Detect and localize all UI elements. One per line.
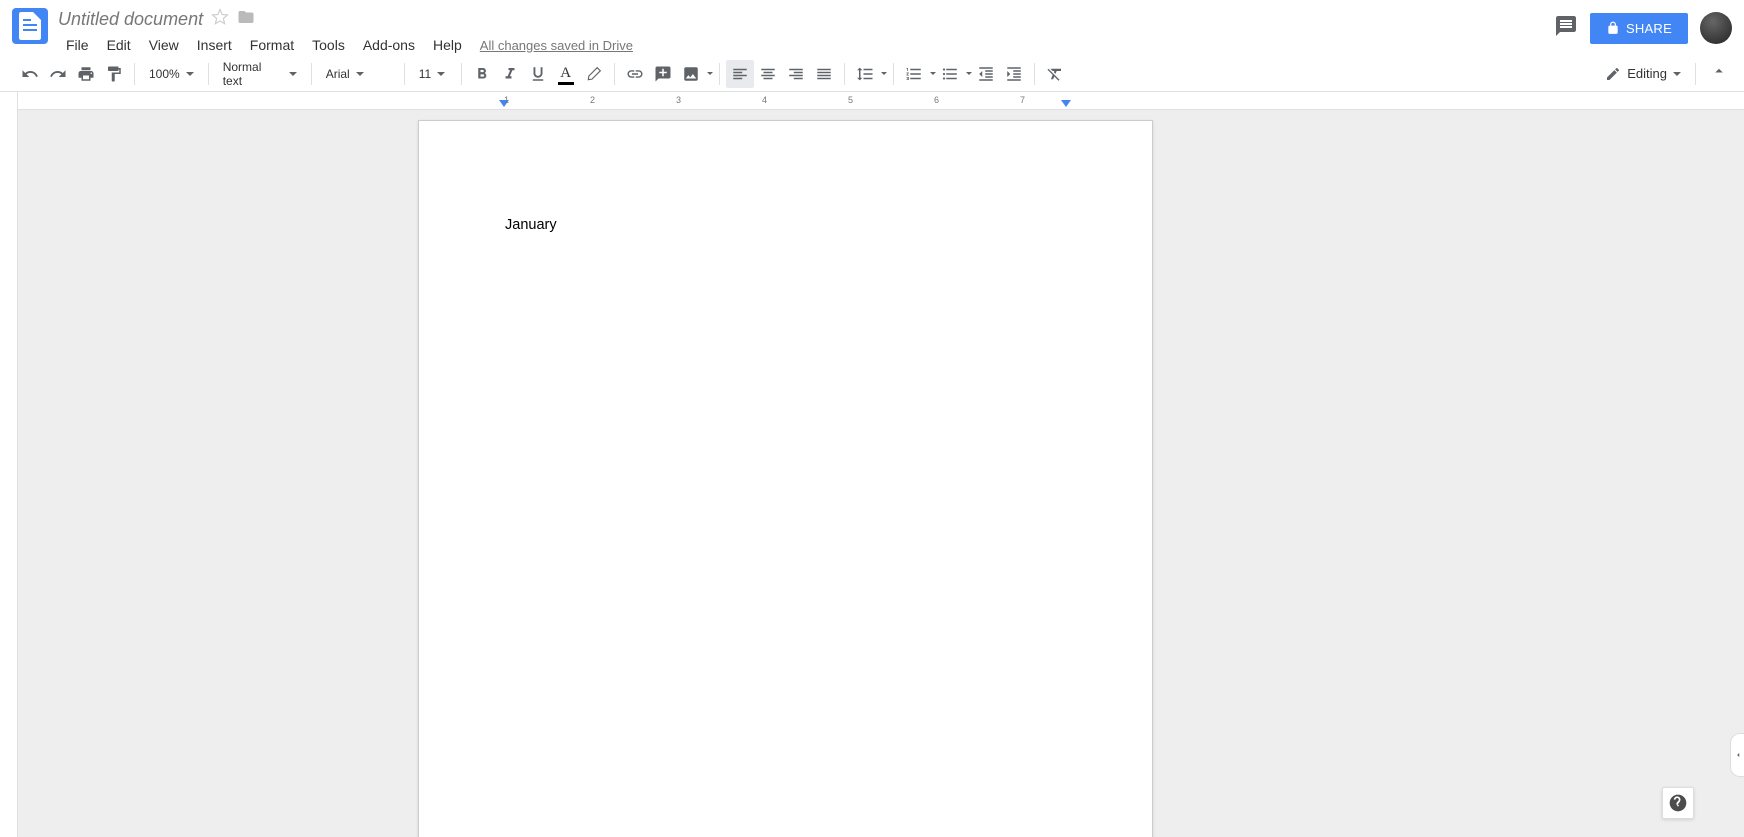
align-right-button[interactable] xyxy=(782,60,810,88)
increase-indent-button[interactable] xyxy=(1000,60,1028,88)
menu-view[interactable]: View xyxy=(141,35,187,55)
align-center-button[interactable] xyxy=(754,60,782,88)
decrease-indent-button[interactable] xyxy=(972,60,1000,88)
horizontal-ruler[interactable]: 1234567 xyxy=(18,92,1744,110)
font-size-dropdown[interactable]: 11 xyxy=(411,60,455,88)
title-area: Untitled document File Edit View Insert … xyxy=(58,8,1554,55)
menu-tools[interactable]: Tools xyxy=(304,35,353,55)
underline-button[interactable] xyxy=(524,60,552,88)
highlight-button[interactable] xyxy=(580,60,608,88)
paragraph-style-dropdown[interactable]: Normal text xyxy=(215,60,305,88)
clear-formatting-button[interactable] xyxy=(1041,60,1069,88)
align-justify-button[interactable] xyxy=(810,60,838,88)
star-icon[interactable] xyxy=(211,8,229,31)
comments-button[interactable] xyxy=(1554,14,1578,43)
canvas[interactable]: January xyxy=(18,110,1744,837)
share-button[interactable]: SHARE xyxy=(1590,13,1688,44)
vertical-ruler[interactable] xyxy=(0,92,18,837)
text-color-button[interactable]: A xyxy=(552,60,580,88)
menu-bar: File Edit View Insert Format Tools Add-o… xyxy=(58,35,1554,55)
menu-format[interactable]: Format xyxy=(242,35,302,55)
menu-insert[interactable]: Insert xyxy=(189,35,240,55)
header-right: SHARE xyxy=(1554,12,1732,44)
numbered-list-button[interactable] xyxy=(900,60,936,88)
share-label: SHARE xyxy=(1626,21,1672,36)
editing-mode-button[interactable]: Editing xyxy=(1597,66,1689,82)
menu-file[interactable]: File xyxy=(58,35,97,55)
bold-button[interactable] xyxy=(468,60,496,88)
italic-button[interactable] xyxy=(496,60,524,88)
redo-button[interactable] xyxy=(44,60,72,88)
toolbar: 100% Normal text Arial 11 A Editing xyxy=(0,56,1744,92)
undo-button[interactable] xyxy=(16,60,44,88)
insert-comment-button[interactable] xyxy=(649,60,677,88)
font-dropdown[interactable]: Arial xyxy=(318,60,398,88)
header: Untitled document File Edit View Insert … xyxy=(0,0,1744,56)
menu-help[interactable]: Help xyxy=(425,35,470,55)
line-spacing-button[interactable] xyxy=(851,60,887,88)
docs-logo[interactable] xyxy=(12,8,48,44)
document-title[interactable]: Untitled document xyxy=(58,9,203,30)
page-content[interactable]: January xyxy=(419,121,1152,329)
side-panel-toggle[interactable] xyxy=(1730,733,1744,777)
explore-button[interactable] xyxy=(1662,787,1694,819)
insert-link-button[interactable] xyxy=(621,60,649,88)
save-status[interactable]: All changes saved in Drive xyxy=(480,38,633,53)
indent-marker-right[interactable] xyxy=(1061,100,1071,107)
paint-format-button[interactable] xyxy=(100,60,128,88)
menu-addons[interactable]: Add-ons xyxy=(355,35,423,55)
bulleted-list-button[interactable] xyxy=(936,60,972,88)
zoom-dropdown[interactable]: 100% xyxy=(141,60,202,88)
insert-image-button[interactable] xyxy=(677,60,713,88)
user-avatar[interactable] xyxy=(1700,12,1732,44)
document-page[interactable]: January xyxy=(418,120,1153,837)
print-button[interactable] xyxy=(72,60,100,88)
align-left-button[interactable] xyxy=(726,60,754,88)
folder-icon[interactable] xyxy=(237,8,255,31)
workspace: 1234567 January xyxy=(0,92,1744,837)
menu-edit[interactable]: Edit xyxy=(99,35,139,55)
collapse-toolbar-button[interactable] xyxy=(1710,62,1728,85)
